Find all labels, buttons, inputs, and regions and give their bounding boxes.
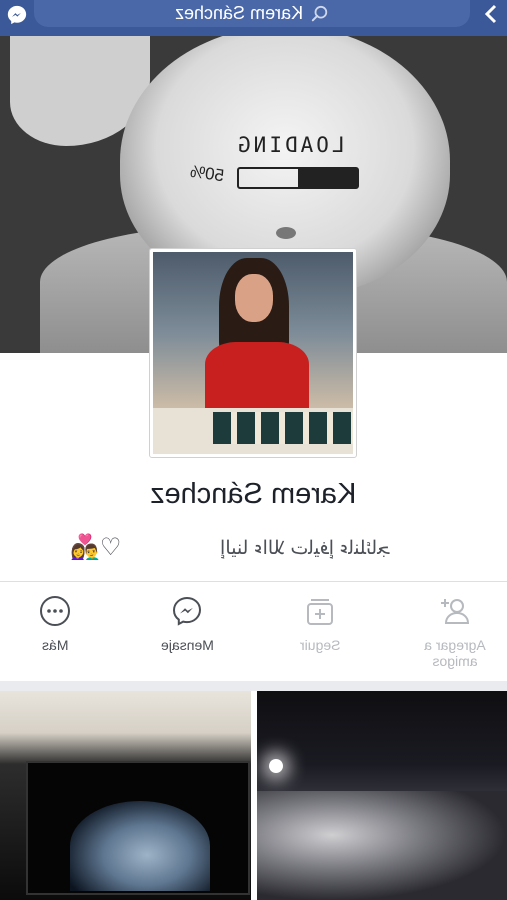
profile-picture[interactable] [149, 248, 357, 458]
messenger-icon[interactable] [6, 4, 28, 26]
add-friend-button[interactable]: Agregar a amigos [405, 595, 505, 669]
search-icon [311, 5, 328, 21]
cover-loading-text: LOADING [235, 133, 345, 157]
profile-photo-top [205, 342, 309, 416]
follow-icon [307, 599, 333, 625]
divider [0, 581, 507, 582]
cover-progress-bar [237, 167, 359, 189]
follow-label: Seguir [299, 637, 341, 653]
more-button[interactable]: Más [5, 595, 105, 653]
crowd-light [269, 759, 283, 773]
add-friend-label: Agregar a amigos [424, 637, 486, 669]
profile-bio: 👩‍❤️‍👨♡ ﺇﻟﻴﻨﺎ ﺀﺍﻟﻼ ﺕﺎﻴﻓﺇ ﺀﺎﻨﻠﺋﺎﺠ [70, 533, 450, 563]
message-label: Mensaje [160, 637, 214, 653]
bio-text: ﺇﻟﻴﻨﺎ ﺀﺍﻟﻼ ﺕﺎﻴﻓﺇ ﺀﺎﻨﻠﺋﺎﺠ [220, 538, 390, 559]
cover-progress-fill [298, 169, 357, 187]
photo-thumbnail-ultrasound[interactable] [0, 691, 251, 900]
photo-thumbnail-crowd[interactable] [257, 691, 507, 900]
crowd-people [257, 791, 507, 900]
add-friend-icon [441, 599, 470, 624]
cover-navel [276, 227, 296, 239]
chevron-left-icon[interactable] [483, 4, 501, 24]
search-query: Karem Sánchez [174, 3, 304, 23]
search-bar[interactable]: Karem Sánchez [34, 0, 470, 27]
message-button[interactable]: Mensaje [137, 595, 237, 653]
ultrasound-scan [70, 801, 210, 891]
profile-actions: Agregar a amigos Seguir Mensaje Más [0, 595, 507, 677]
profile-name-text: Karem Sánchez [150, 478, 357, 510]
bio-emoji: 👩‍❤️‍👨♡ [70, 534, 122, 561]
profile-photo-cards [213, 412, 353, 444]
profile-photo [153, 252, 353, 454]
more-label: Más [41, 637, 69, 653]
messenger-icon [172, 596, 202, 626]
follow-button[interactable]: Seguir [270, 595, 370, 653]
profile-photo-face [235, 274, 273, 322]
section-separator [0, 681, 507, 691]
profile-name: Karem Sánchez [0, 478, 507, 511]
more-icon [40, 596, 70, 626]
top-bar: Karem Sánchez [0, 0, 507, 36]
